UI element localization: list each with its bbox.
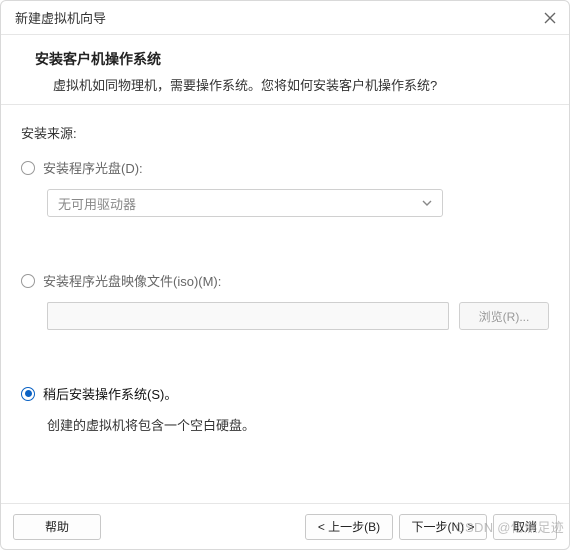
wizard-footer: 帮助 < 上一步(B) 下一步(N) > 取消 — [1, 503, 569, 549]
radio-icon-checked — [21, 387, 35, 401]
radio-installer-disc[interactable]: 安装程序光盘(D): — [21, 158, 549, 177]
radio-label-disc: 安装程序光盘(D): — [43, 158, 143, 177]
radio-install-later[interactable]: 稍后安装操作系统(S)。 — [21, 384, 549, 403]
cancel-button[interactable]: 取消 — [493, 514, 557, 540]
header-subtitle: 虚拟机如同物理机，需要操作系统。您将如何安装客户机操作系统? — [35, 75, 547, 94]
chevron-down-icon — [422, 198, 432, 208]
drive-select-wrap: 无可用驱动器 — [21, 189, 549, 217]
install-later-desc: 创建的虚拟机将包含一个空白硬盘。 — [21, 415, 549, 434]
back-button[interactable]: < 上一步(B) — [305, 514, 393, 540]
browse-button[interactable]: 浏览(R)... — [459, 302, 549, 330]
radio-icon — [21, 274, 35, 288]
header-title: 安装客户机操作系统 — [35, 49, 547, 69]
radio-icon — [21, 161, 35, 175]
wizard-header: 安装客户机操作系统 虚拟机如同物理机，需要操作系统。您将如何安装客户机操作系统? — [1, 35, 569, 105]
window-title: 新建虚拟机向导 — [15, 8, 106, 27]
drive-select[interactable]: 无可用驱动器 — [47, 189, 443, 217]
radio-label-iso: 安装程序光盘映像文件(iso)(M): — [43, 271, 221, 290]
radio-label-later: 稍后安装操作系统(S)。 — [43, 384, 177, 403]
close-icon[interactable] — [543, 11, 557, 25]
next-button[interactable]: 下一步(N) > — [399, 514, 487, 540]
help-button[interactable]: 帮助 — [13, 514, 101, 540]
install-source-label: 安装来源: — [21, 123, 549, 142]
iso-path-input[interactable] — [47, 302, 449, 330]
iso-field-wrap: 浏览(R)... — [21, 302, 549, 330]
radio-iso-file[interactable]: 安装程序光盘映像文件(iso)(M): — [21, 271, 549, 290]
titlebar: 新建虚拟机向导 — [1, 1, 569, 35]
drive-select-value: 无可用驱动器 — [58, 194, 136, 213]
wizard-content: 安装来源: 安装程序光盘(D): 无可用驱动器 安装程序光盘映像文件(iso)(… — [1, 105, 569, 503]
wizard-window: 新建虚拟机向导 安装客户机操作系统 虚拟机如同物理机，需要操作系统。您将如何安装… — [0, 0, 570, 550]
